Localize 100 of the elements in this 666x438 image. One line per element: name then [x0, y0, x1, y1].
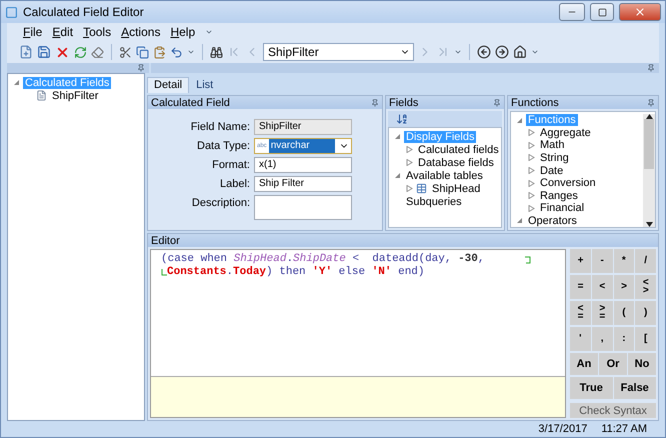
- maximize-icon[interactable]: [598, 8, 606, 16]
- tree-item[interactable]: Conversion: [538, 177, 598, 190]
- tree-item[interactable]: ShipHead: [430, 182, 482, 194]
- tree-item[interactable]: Subqueries: [404, 196, 464, 208]
- expanded-icon[interactable]: [394, 133, 400, 140]
- tab[interactable]: Detail: [147, 77, 190, 93]
- minimize-button[interactable]: [559, 3, 585, 21]
- overflow-icon[interactable]: [187, 48, 195, 56]
- operator-key[interactable]: :: [614, 327, 634, 351]
- close-icon[interactable]: [634, 6, 646, 18]
- scrollbar[interactable]: [643, 114, 655, 227]
- field-label: Format:: [211, 158, 250, 171]
- menu-item[interactable]: Help: [170, 25, 196, 39]
- operator-key[interactable]: No: [628, 353, 656, 375]
- operator-key[interactable]: *: [614, 249, 634, 273]
- pin-icon[interactable]: [647, 64, 655, 72]
- forward-icon[interactable]: [495, 45, 509, 59]
- operator-key[interactable]: ': [570, 327, 591, 351]
- cut-icon[interactable]: [119, 46, 132, 58]
- field-label: Field Name:: [190, 120, 250, 133]
- pin-icon[interactable]: [137, 64, 145, 72]
- operator-key[interactable]: An: [570, 353, 598, 375]
- operator-key[interactable]: =: [570, 275, 591, 299]
- home-icon[interactable]: [513, 45, 527, 59]
- tree-item[interactable]: Aggregate: [538, 126, 593, 139]
- operator-key[interactable]: <>: [635, 275, 656, 299]
- operator-key[interactable]: True: [570, 377, 612, 399]
- collapsed-icon[interactable]: [528, 180, 534, 187]
- scroll-down-icon[interactable]: [646, 222, 652, 227]
- operator-key[interactable]: >: [614, 275, 634, 299]
- code-line: Constants.Today) then 'Y' else 'N' end): [167, 266, 425, 279]
- tree-item[interactable]: Calculated fields: [416, 144, 501, 156]
- input-field[interactable]: Ship Filter: [254, 176, 352, 192]
- tree-item[interactable]: Operators: [526, 214, 579, 227]
- collapsed-icon[interactable]: [406, 146, 412, 153]
- expanded-icon[interactable]: [516, 116, 522, 124]
- menu-item[interactable]: Tools: [83, 25, 112, 39]
- operator-key[interactable]: <: [592, 275, 612, 299]
- new-file-icon[interactable]: [19, 45, 33, 59]
- input-field[interactable]: ShipFilter: [254, 119, 352, 135]
- overflow-icon[interactable]: [454, 48, 462, 56]
- menu-item[interactable]: File: [23, 25, 42, 39]
- expanded-icon[interactable]: [394, 172, 400, 179]
- pin-icon[interactable]: [647, 98, 655, 106]
- pin-icon[interactable]: [371, 98, 379, 106]
- collapsed-icon[interactable]: [528, 204, 534, 212]
- collapsed-icon[interactable]: [528, 192, 534, 200]
- binoculars-icon[interactable]: [210, 46, 223, 58]
- operator-key[interactable]: Or: [599, 353, 627, 375]
- refresh-icon[interactable]: [74, 46, 87, 58]
- collapsed-icon[interactable]: [406, 159, 412, 166]
- eraser-icon[interactable]: [91, 46, 104, 58]
- code-editor[interactable]: (case when ShipHead.ShipDate < dateadd(day, -30, Constants.Today) then 'Y' else 'N' end): [151, 250, 565, 376]
- tree-item[interactable]: Math: [538, 139, 566, 152]
- tab[interactable]: List: [189, 77, 220, 93]
- tree-item[interactable]: String: [538, 152, 571, 164]
- window-title: Calculated Field Editor: [23, 5, 145, 19]
- operator-key[interactable]: ,: [592, 327, 612, 351]
- collapsed-icon[interactable]: [528, 129, 534, 136]
- operator-key[interactable]: <=: [570, 301, 591, 325]
- expanded-icon[interactable]: [12, 79, 20, 86]
- field-label: Data Type:: [196, 139, 250, 152]
- sort-icon[interactable]: [396, 113, 408, 125]
- operator-key[interactable]: -: [592, 249, 612, 273]
- expanded-icon[interactable]: [516, 217, 522, 224]
- operator-key[interactable]: /: [635, 249, 656, 273]
- tree-item[interactable]: Ranges: [538, 190, 580, 202]
- operator-key[interactable]: ): [635, 301, 656, 325]
- operator-key[interactable]: False: [614, 377, 656, 399]
- tree-item[interactable]: Date: [538, 164, 566, 177]
- operator-key[interactable]: >=: [592, 301, 612, 325]
- record-dropdown[interactable]: ShipFilter: [263, 43, 414, 61]
- tree-item[interactable]: Financial: [538, 202, 586, 214]
- menu-item[interactable]: Edit: [52, 25, 74, 39]
- input-field[interactable]: x(1): [254, 157, 352, 173]
- check-syntax-button[interactable]: Check Syntax: [570, 403, 656, 418]
- copy-icon[interactable]: [136, 46, 149, 58]
- collapsed-icon[interactable]: [528, 154, 534, 162]
- save-icon[interactable]: [37, 45, 51, 59]
- menu-item[interactable]: Actions: [121, 25, 160, 39]
- maximize-button[interactable]: [590, 3, 614, 21]
- collapsed-icon[interactable]: [528, 142, 534, 149]
- tree-item[interactable]: Database fields: [416, 156, 496, 168]
- operator-key[interactable]: (: [614, 301, 634, 325]
- tree-item[interactable]: ShipFilter: [50, 90, 100, 102]
- collapsed-icon[interactable]: [406, 185, 412, 192]
- undo-icon[interactable]: [170, 46, 183, 58]
- overflow-icon[interactable]: [531, 48, 539, 56]
- tree-item[interactable]: Available tables: [404, 170, 485, 182]
- close-button[interactable]: [619, 3, 661, 21]
- paste-icon[interactable]: [153, 46, 166, 58]
- operator-key[interactable]: +: [570, 249, 591, 273]
- back-icon[interactable]: [477, 45, 491, 59]
- panel-title: Editor: [151, 234, 180, 246]
- pin-icon[interactable]: [493, 98, 501, 106]
- app-icon: [5, 6, 18, 18]
- operator-key[interactable]: [: [635, 327, 656, 351]
- overflow-icon[interactable]: [205, 28, 214, 36]
- input-field[interactable]: [254, 195, 352, 220]
- collapsed-icon[interactable]: [528, 167, 534, 174]
